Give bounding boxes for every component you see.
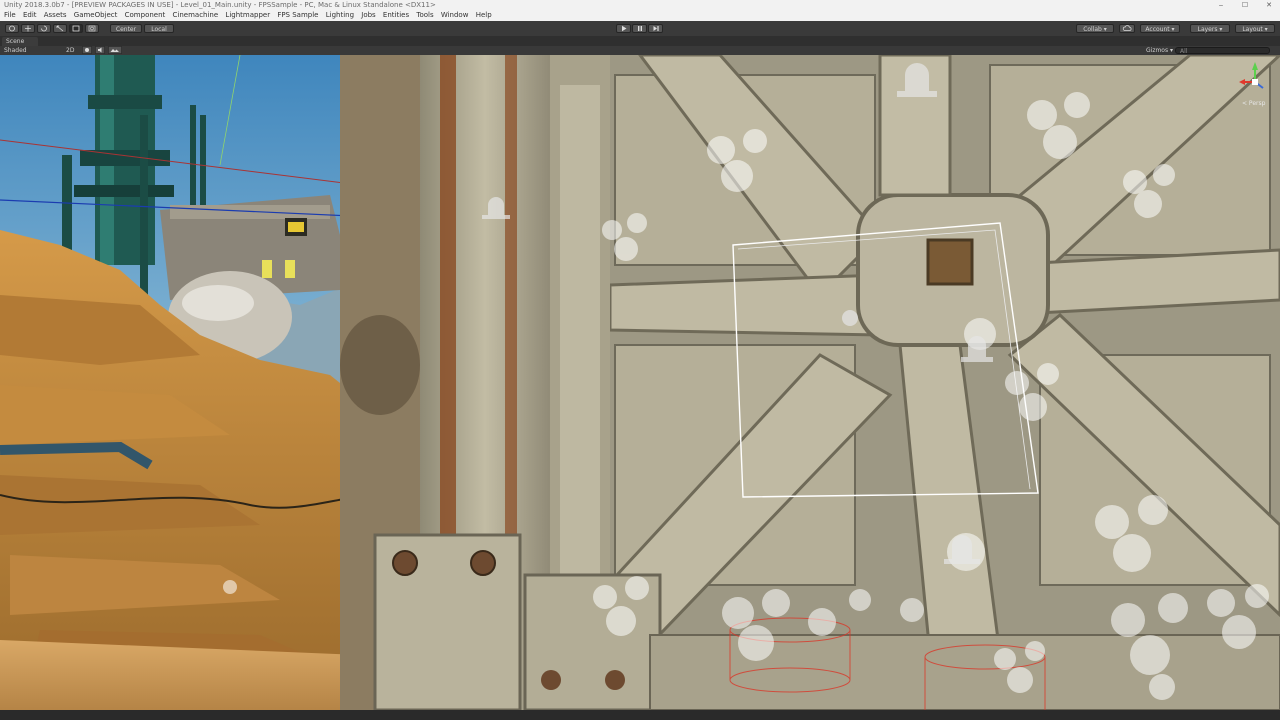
hand-tool-button[interactable] xyxy=(5,24,19,33)
close-button[interactable]: ✕ xyxy=(1260,0,1278,10)
play-icon xyxy=(621,25,626,32)
pause-button[interactable] xyxy=(632,24,647,33)
menu-lighting[interactable]: Lighting xyxy=(326,10,354,21)
menu-lightmapper[interactable]: Lightmapper xyxy=(225,10,270,21)
layout-dropdown[interactable]: Layout ▾ xyxy=(1235,24,1275,33)
move-icon xyxy=(25,25,31,32)
main-toolbar: Center Local Collab ▾ Account ▾ Layers ▾… xyxy=(0,21,1280,37)
menu-file[interactable]: File xyxy=(4,10,16,21)
gizmo-y-cone[interactable] xyxy=(1252,62,1258,70)
lighting-toggle[interactable] xyxy=(82,46,92,55)
beam-hub xyxy=(856,193,1050,347)
gizmo-x-cone[interactable] xyxy=(1239,79,1245,85)
scale-icon xyxy=(56,25,64,32)
transform-icon xyxy=(88,25,96,32)
scene-search-input[interactable]: All xyxy=(1175,47,1270,55)
menu-fps-sample[interactable]: FPS Sample xyxy=(277,10,318,21)
hand-icon xyxy=(9,25,15,32)
pivot-center-toggle[interactable]: Center xyxy=(110,24,142,33)
status-bar xyxy=(0,710,1280,720)
audio-toggle[interactable] xyxy=(95,46,105,55)
layers-dropdown[interactable]: Layers ▾ xyxy=(1190,24,1230,33)
collab-dropdown[interactable]: Collab ▾ xyxy=(1076,24,1114,33)
transform-tool-button[interactable] xyxy=(85,24,99,33)
menu-bar: File Edit Assets GameObject Component Ci… xyxy=(0,10,1280,21)
menu-window[interactable]: Window xyxy=(441,10,469,21)
rect-icon xyxy=(72,25,80,32)
menu-jobs[interactable]: Jobs xyxy=(361,10,375,21)
rotate-icon xyxy=(41,25,47,32)
gizmo-center-cube[interactable] xyxy=(1252,79,1258,85)
menu-edit[interactable]: Edit xyxy=(23,10,37,21)
cloud-icon xyxy=(1122,25,1132,31)
cloud-button[interactable] xyxy=(1119,24,1135,33)
move-tool-button[interactable] xyxy=(21,24,35,33)
gizmos-dropdown[interactable]: Gizmos ▾ xyxy=(1146,46,1173,55)
2d-toggle[interactable]: 2D xyxy=(66,46,74,55)
maximize-button[interactable]: ☐ xyxy=(1236,0,1254,10)
menu-assets[interactable]: Assets xyxy=(44,10,67,21)
menu-help[interactable]: Help xyxy=(476,10,492,21)
account-dropdown[interactable]: Account ▾ xyxy=(1140,24,1180,33)
scene-render[interactable] xyxy=(0,55,1280,710)
pause-icon xyxy=(637,26,642,31)
window-title-bar: Unity 2018.3.0b7 - [PREVIEW PACKAGES IN … xyxy=(0,0,1280,10)
minimize-button[interactable]: ‒ xyxy=(1212,0,1230,10)
step-icon xyxy=(653,26,659,31)
rect-tool-button[interactable] xyxy=(69,24,83,33)
scale-tool-button[interactable] xyxy=(53,24,67,33)
menu-gameobject[interactable]: GameObject xyxy=(74,10,118,21)
projection-label[interactable]: < Persp xyxy=(1242,100,1265,107)
window-title: Unity 2018.3.0b7 - [PREVIEW PACKAGES IN … xyxy=(4,1,436,9)
scene-viewport[interactable] xyxy=(0,55,1280,710)
step-button[interactable] xyxy=(648,24,663,33)
effects-dropdown[interactable] xyxy=(108,46,122,55)
play-button[interactable] xyxy=(616,24,631,33)
menu-entities[interactable]: Entities xyxy=(383,10,409,21)
light-icon xyxy=(82,46,92,54)
menu-cinemachine[interactable]: Cinemachine xyxy=(173,10,219,21)
pivot-local-toggle[interactable]: Local xyxy=(144,24,174,33)
rotate-tool-button[interactable] xyxy=(37,24,51,33)
audio-icon xyxy=(95,46,105,54)
shading-mode-dropdown[interactable]: Shaded xyxy=(4,46,27,55)
menu-tools[interactable]: Tools xyxy=(416,10,433,21)
tab-scene[interactable]: Scene xyxy=(2,37,38,46)
image-effects-icon xyxy=(108,46,122,54)
menu-component[interactable]: Component xyxy=(125,10,166,21)
